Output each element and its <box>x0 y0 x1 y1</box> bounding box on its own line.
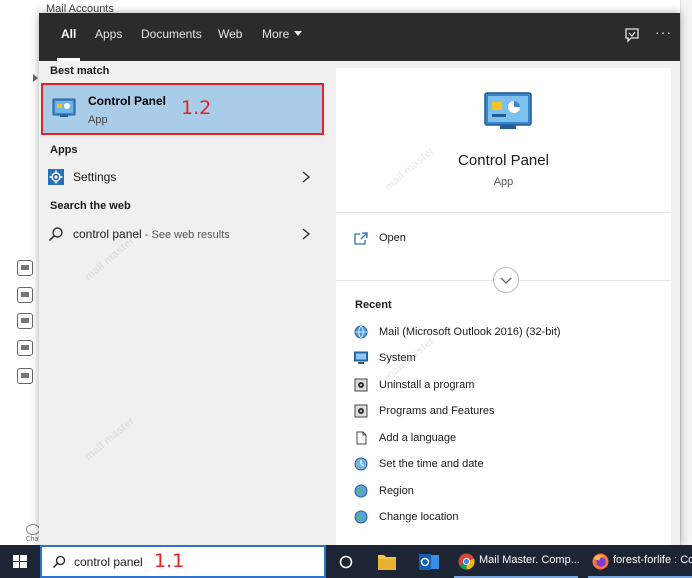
tab-more[interactable]: More <box>262 13 303 61</box>
tab-apps[interactable]: Apps <box>95 13 122 61</box>
feedback-icon[interactable] <box>623 27 641 45</box>
globe-icon <box>354 484 368 498</box>
web-results-suffix: - See web results <box>141 229 230 241</box>
clock-globe-icon <box>354 457 368 471</box>
chevron-down-icon <box>294 31 303 36</box>
preview-pane: Control Panel App Open Recent Mail (Micr… <box>336 68 671 545</box>
programs-icon <box>354 404 368 418</box>
file-explorer-icon[interactable] <box>376 545 398 578</box>
contacts-icon[interactable] <box>17 287 33 303</box>
search-icon <box>52 555 66 569</box>
taskbar-app-label: forest-forlife : Co <box>613 554 692 566</box>
control-panel-icon <box>484 92 532 129</box>
preview-subtitle: App <box>493 176 514 188</box>
best-match-control-panel[interactable]: Control Panel App 1.2 <box>41 83 324 135</box>
lock-icon[interactable] <box>17 340 33 356</box>
result-settings-label: Settings <box>73 170 117 184</box>
taskbar-search-box[interactable]: 1.1 <box>40 545 326 578</box>
tab-web[interactable]: Web <box>218 13 242 61</box>
recent-item-label: Programs and Features <box>379 405 495 417</box>
taskbar-app-label: Mail Master. Comp... <box>479 554 580 566</box>
chevron-right-icon[interactable] <box>301 171 311 183</box>
search-input[interactable] <box>74 555 154 569</box>
tab-all[interactable]: All <box>56 13 81 61</box>
search-panel: All Apps Documents Web More ··· Best mat… <box>39 13 680 545</box>
recent-item-label: Region <box>379 485 414 497</box>
control-panel-icon <box>52 98 76 117</box>
recent-item-label: Set the time and date <box>379 458 484 470</box>
globe-icon <box>354 510 368 524</box>
taskbar-app-chrome[interactable]: Mail Master. Comp... <box>454 545 580 578</box>
task-view-icon[interactable] <box>336 545 356 578</box>
step-label-search: 1.1 <box>154 550 185 572</box>
mail-icon[interactable] <box>17 260 33 276</box>
result-web-search[interactable]: control panel - See web results <box>39 220 326 248</box>
open-icon <box>354 232 368 245</box>
recent-item-label: Uninstall a program <box>379 379 475 391</box>
tab-documents[interactable]: Documents <box>141 13 202 61</box>
tab-more-label: More <box>262 27 290 41</box>
taskbar: 1.1 Mail Master. Comp... forest-forlife … <box>0 545 692 578</box>
results-list: Best match Control Panel App 1.2 Apps Se… <box>39 61 326 545</box>
settings-gear-icon <box>48 169 64 185</box>
best-match-subtitle: App <box>88 114 108 126</box>
result-web-search-label: control panel - See web results <box>73 227 230 241</box>
search-icon <box>48 227 63 242</box>
chrome-icon <box>458 553 475 570</box>
ellipsis-icon[interactable]: ··· <box>655 25 675 45</box>
chevron-right-icon[interactable] <box>301 228 311 240</box>
best-match-title: Control Panel <box>88 94 167 108</box>
result-settings[interactable]: Settings <box>39 163 326 191</box>
windows-start-icon[interactable] <box>0 545 40 578</box>
web-query: control panel <box>73 227 142 241</box>
recent-item-label: System <box>379 352 416 364</box>
chevron-down-icon <box>500 277 512 284</box>
display-icon[interactable] <box>17 313 33 329</box>
search-topbar: All Apps Documents Web More ··· <box>39 13 680 61</box>
programs-icon <box>354 378 368 392</box>
open-label: Open <box>379 232 406 244</box>
recent-item-label: Change location <box>379 511 459 523</box>
recent-header: Recent <box>355 299 392 311</box>
outlook-icon[interactable] <box>418 545 440 578</box>
preview-title: Control Panel <box>458 152 549 169</box>
expand-button[interactable] <box>493 267 519 293</box>
step-label-best-match: 1.2 <box>181 97 212 119</box>
firefox-icon <box>592 553 609 570</box>
taskbar-app-firefox[interactable]: forest-forlife : Co <box>588 545 692 578</box>
best-match-header: Best match <box>50 65 110 77</box>
tree-expand-arrow[interactable] <box>33 74 38 82</box>
mail-settings-icon[interactable] <box>17 368 33 384</box>
recent-item-label: Mail (Microsoft Outlook 2016) (32-bit) <box>379 326 561 338</box>
divider <box>336 212 671 213</box>
document-icon <box>356 431 367 445</box>
background-scrollbar <box>680 0 692 545</box>
mail-globe-icon <box>354 325 368 339</box>
recent-item-label: Add a language <box>379 432 457 444</box>
search-web-header: Search the web <box>50 200 131 212</box>
system-monitor-icon <box>354 351 368 364</box>
apps-header: Apps <box>50 144 78 156</box>
